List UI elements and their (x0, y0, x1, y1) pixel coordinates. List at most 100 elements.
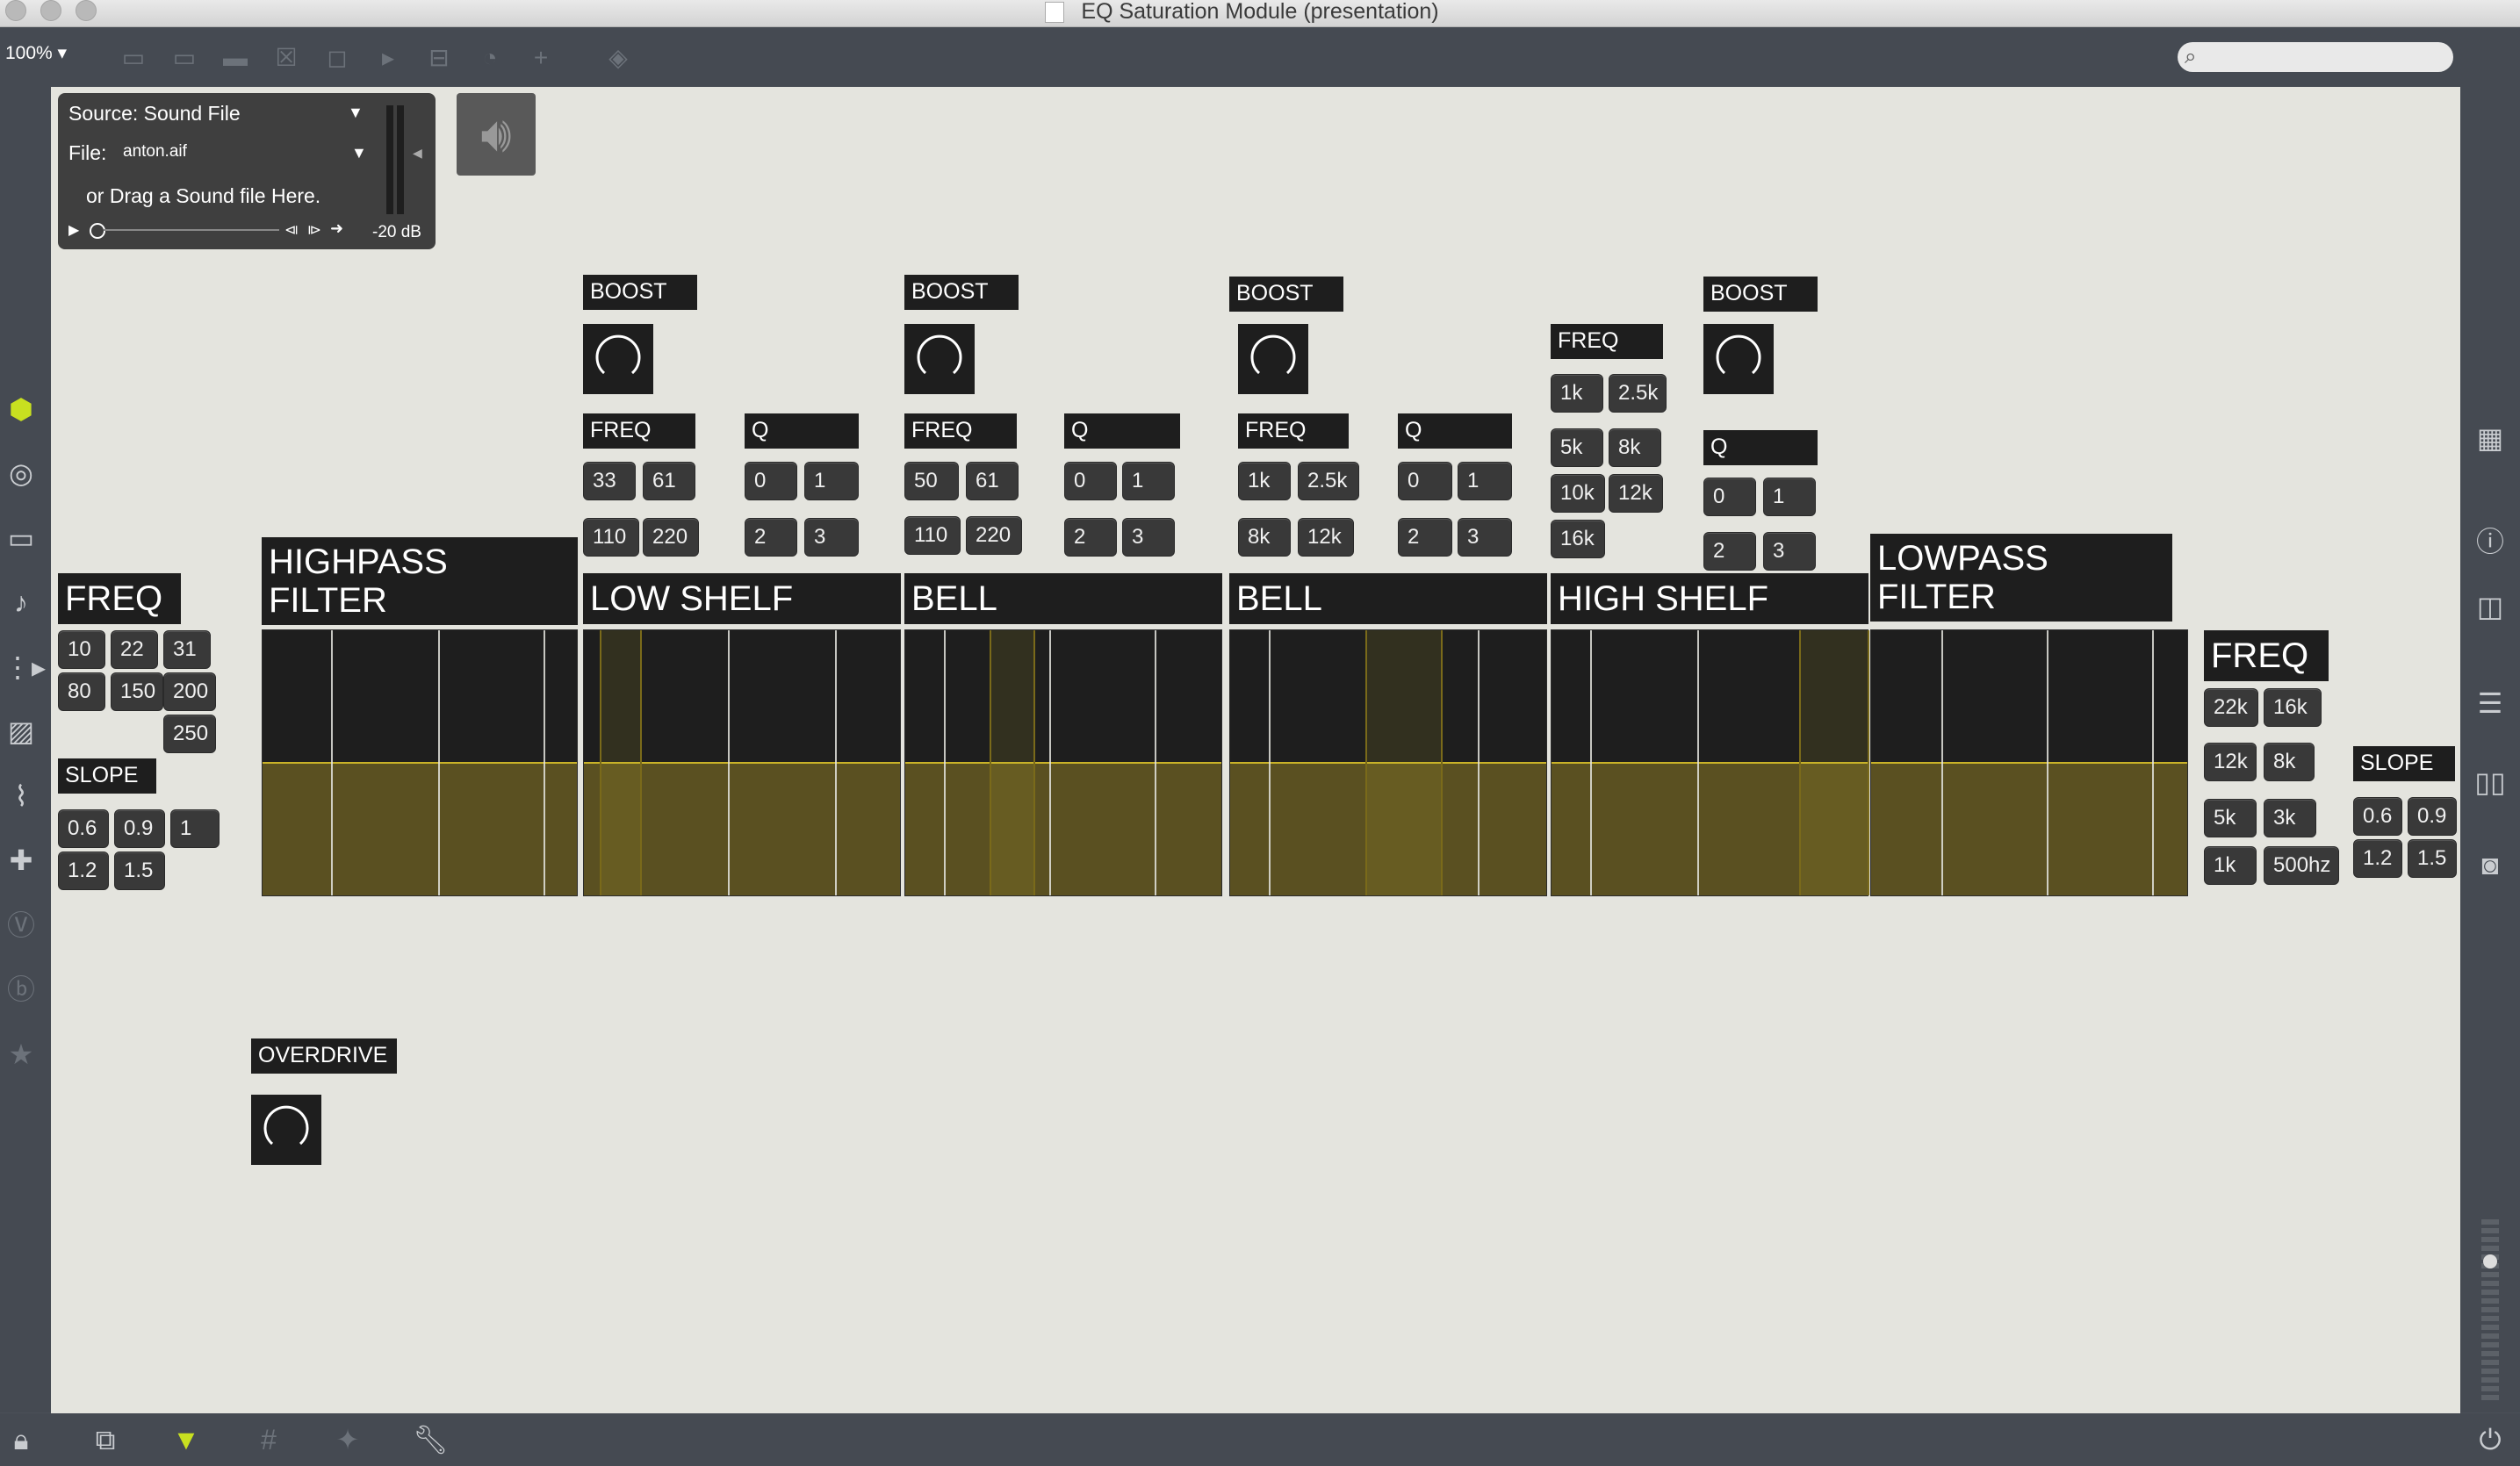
lp-slope-0.9[interactable]: 0.9 (2408, 797, 2457, 836)
hs-freq-5k[interactable]: 5k (1551, 428, 1603, 467)
ls-freq-61[interactable]: 61 (643, 462, 695, 500)
ls-freq-33[interactable]: 33 (583, 462, 636, 500)
hp-freq-22[interactable]: 22 (111, 630, 158, 669)
file-select[interactable]: anton.aif (123, 142, 187, 162)
bell2-response-graph[interactable] (1229, 629, 1547, 896)
ls-boost-knob[interactable] (583, 324, 653, 394)
hs-freq-12k[interactable]: 12k (1609, 474, 1663, 513)
source-select[interactable]: Source: Sound File (68, 102, 241, 126)
lp-freq-1k[interactable]: 1k (2204, 846, 2257, 885)
lowpass-response-graph[interactable] (1870, 629, 2188, 896)
overdrive-knob[interactable] (251, 1095, 321, 1165)
add-object-icon[interactable]: + (525, 42, 557, 74)
debug-icon[interactable]: ✦ (330, 1422, 365, 1457)
ls-freq-110[interactable]: 110 (583, 518, 639, 557)
hp-freq-31[interactable]: 31 (163, 630, 211, 669)
info-circle-icon[interactable]: ⓑ (4, 972, 39, 1007)
bell2-freq-1k[interactable]: 1k (1238, 462, 1291, 500)
hs-freq-10k[interactable]: 10k (1551, 474, 1605, 513)
hs-q-3[interactable]: 3 (1763, 532, 1816, 571)
number-icon[interactable]: ▸ (372, 42, 404, 74)
lp-freq-8k[interactable]: 8k (2264, 743, 2315, 781)
highpass-response-graph[interactable] (262, 629, 578, 896)
bell2-q-3[interactable]: 3 (1458, 518, 1512, 557)
hp-freq-200[interactable]: 200 (163, 672, 216, 711)
hs-q-0[interactable]: 0 (1703, 478, 1756, 516)
loop-arrow-icon[interactable]: ➜ (330, 219, 343, 238)
camera-icon[interactable]: ◙ (2473, 847, 2508, 882)
plugin-icon[interactable]: ✚ (4, 843, 39, 878)
file-dropdown-icon[interactable]: ▼ (351, 144, 367, 162)
toggle-icon[interactable]: ☒ (270, 42, 302, 74)
bell1-boost-knob[interactable] (904, 324, 975, 394)
low-shelf-response-graph[interactable] (583, 629, 901, 896)
ls-q-2[interactable]: 2 (745, 518, 797, 557)
bell2-boost-knob[interactable] (1238, 324, 1308, 394)
hp-freq-250[interactable]: 250 (163, 715, 216, 753)
list-icon[interactable]: ☰ (2473, 686, 2508, 721)
columns-icon[interactable]: ◫ (2473, 589, 2508, 624)
hp-slope-1.5[interactable]: 1.5 (114, 852, 165, 890)
bell1-q-1[interactable]: 1 (1122, 462, 1175, 500)
sequencer-icon[interactable]: ⋮▸ (4, 650, 46, 685)
bell1-response-graph[interactable] (904, 629, 1222, 896)
lp-freq-12k[interactable]: 12k (2204, 743, 2257, 781)
bell2-freq-8k[interactable]: 8k (1238, 518, 1291, 557)
gain-arrow-icon[interactable]: ◀ (413, 146, 422, 161)
bell2-q-1[interactable]: 1 (1458, 462, 1512, 500)
bell2-freq-12k[interactable]: 12k (1298, 518, 1354, 557)
target-icon[interactable]: ◎ (4, 456, 39, 491)
hp-slope-0.6[interactable]: 0.6 (58, 809, 109, 848)
bell1-freq-50[interactable]: 50 (904, 462, 959, 500)
hs-freq-1k[interactable]: 1k (1551, 374, 1603, 413)
image-icon[interactable]: ▨ (4, 714, 39, 749)
bell1-q-0[interactable]: 0 (1064, 462, 1117, 500)
hp-freq-80[interactable]: 80 (58, 672, 105, 711)
cube-icon[interactable]: ⬢ (4, 392, 39, 427)
wrench-icon[interactable]: 🔧︎ (413, 1422, 449, 1457)
windows-icon[interactable]: ⧉ (88, 1422, 123, 1457)
info-icon[interactable]: ⓘ (2473, 524, 2508, 559)
bell2-q-0[interactable]: 0 (1398, 462, 1452, 500)
dial-icon[interactable]: ◔ (474, 42, 506, 74)
hs-q-2[interactable]: 2 (1703, 532, 1756, 571)
video-icon[interactable]: ▭ (4, 521, 39, 556)
ls-q-0[interactable]: 0 (745, 462, 797, 500)
hs-freq-2.5k[interactable]: 2.5k (1609, 374, 1667, 413)
paint-bucket-icon[interactable]: ◈ (602, 42, 634, 74)
lp-freq-500hz[interactable]: 500hz (2264, 846, 2339, 885)
playhead-handle[interactable] (90, 223, 105, 239)
playback-track[interactable] (104, 229, 279, 231)
book-icon[interactable]: ▯▯ (2473, 765, 2508, 800)
hp-slope-1[interactable]: 1 (170, 809, 220, 848)
hs-freq-16k[interactable]: 16k (1551, 520, 1605, 558)
lp-freq-22k[interactable]: 22k (2204, 688, 2258, 727)
button-icon[interactable]: ◻ (321, 42, 353, 74)
hp-slope-0.9[interactable]: 0.9 (114, 809, 165, 848)
new-object-icon[interactable]: ▭ (118, 42, 149, 74)
lp-freq-5k[interactable]: 5k (2204, 799, 2257, 837)
speaker-icon[interactable]: 🔊︎ (457, 93, 536, 176)
source-dropdown-icon[interactable]: ▼ (348, 104, 364, 122)
bell2-q-2[interactable]: 2 (1398, 518, 1452, 557)
lp-slope-0.6[interactable]: 0.6 (2353, 797, 2402, 836)
bell1-q-2[interactable]: 2 (1064, 518, 1117, 557)
lp-freq-3k[interactable]: 3k (2264, 799, 2316, 837)
grid-icon[interactable]: ▦ (2473, 420, 2508, 456)
hp-freq-150[interactable]: 150 (111, 672, 163, 711)
bell1-freq-61[interactable]: 61 (966, 462, 1019, 500)
ls-freq-220[interactable]: 220 (643, 518, 699, 557)
music-note-icon[interactable]: ♪ (4, 585, 39, 620)
paperclip-icon[interactable]: ⌇ (4, 779, 39, 814)
new-message-icon[interactable]: ▭ (169, 42, 200, 74)
ls-q-1[interactable]: 1 (804, 462, 859, 500)
vimeo-icon[interactable]: Ⓥ (4, 908, 39, 943)
lp-slope-1.5[interactable]: 1.5 (2408, 839, 2457, 878)
lock-icon[interactable]: 🔒︎ (4, 1422, 39, 1457)
bell1-freq-220[interactable]: 220 (966, 516, 1022, 555)
hs-q-1[interactable]: 1 (1763, 478, 1816, 516)
lp-slope-1.2[interactable]: 1.2 (2353, 839, 2402, 878)
hs-freq-8k[interactable]: 8k (1609, 428, 1661, 467)
grid-snap-icon[interactable]: # (251, 1422, 286, 1457)
output-volume-slider[interactable] (2483, 1254, 2497, 1268)
